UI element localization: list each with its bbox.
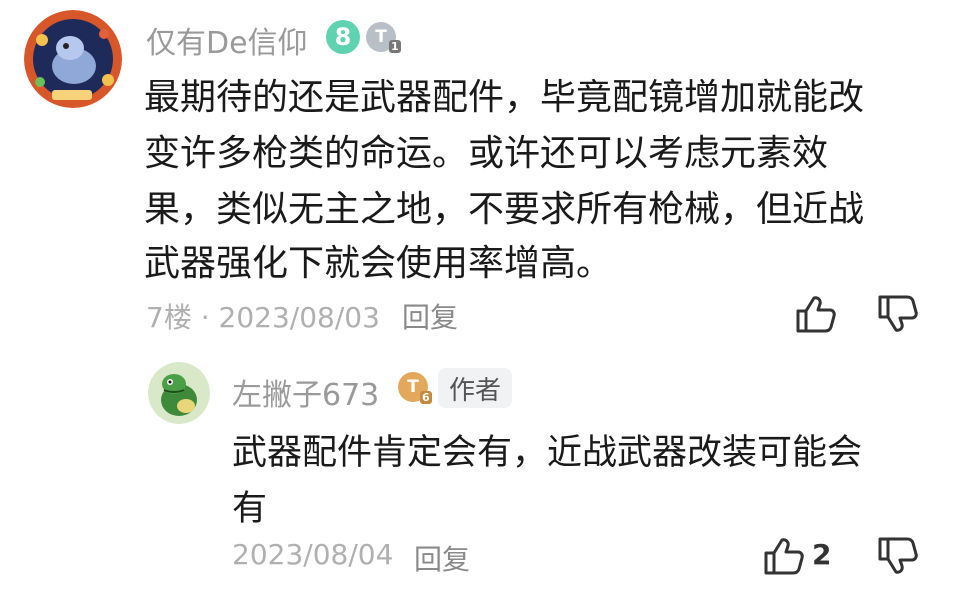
- reply-text-line: 有: [232, 489, 268, 529]
- comment-text-line: 果，类似无主之地，不要求所有枪械，但近战: [144, 189, 865, 230]
- thumbs-up-icon[interactable]: [762, 536, 806, 576]
- thumbs-up-icon[interactable]: [794, 294, 838, 334]
- reply-button[interactable]: 回复: [414, 538, 470, 578]
- thumbs-down-icon[interactable]: [876, 536, 920, 576]
- reply-text-line: 武器配件肯定会有，近战武器改装可能会: [232, 433, 863, 473]
- avatar[interactable]: [24, 10, 122, 108]
- title-badge-letter: T: [407, 377, 419, 397]
- thumbs-down-icon[interactable]: [876, 294, 920, 334]
- title-badge-letter: T: [375, 27, 387, 47]
- level-badge-value: 8: [334, 23, 352, 51]
- comment-text-line: 武器强化下就会使用率增高。: [144, 243, 613, 284]
- author-tag-label: 作者: [448, 375, 501, 406]
- avatar-image: [148, 362, 210, 424]
- title-badge-level: 6: [420, 391, 432, 404]
- floor-date: 7楼 · 2023/08/03: [146, 301, 380, 334]
- avatar[interactable]: [148, 362, 210, 424]
- title-badge-level: 1: [389, 40, 401, 53]
- username[interactable]: 左撇子673: [232, 370, 379, 414]
- reply-date: 2023/08/04: [232, 538, 394, 571]
- reply-button[interactable]: 回复: [402, 296, 458, 336]
- like-count: 2: [812, 538, 832, 571]
- comment-text-line: 最期待的还是武器配件，毕竟配镜增加就能改: [144, 77, 865, 118]
- username[interactable]: 仅有De信仰: [146, 18, 308, 62]
- avatar-image: [24, 10, 122, 108]
- comment-text-line: 变许多枪类的命运。或许还可以考虑元素效: [144, 133, 829, 174]
- level-badge: 8: [326, 20, 360, 54]
- author-tag: 作者: [438, 368, 512, 408]
